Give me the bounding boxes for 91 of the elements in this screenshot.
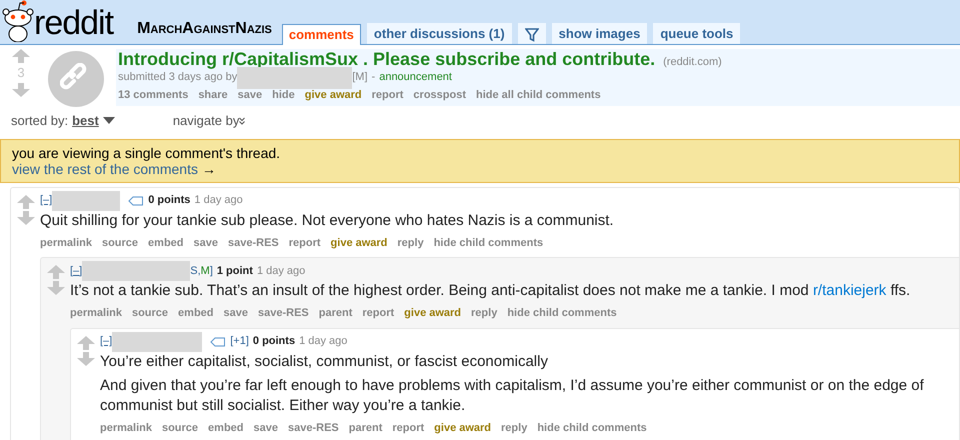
- action-link[interactable]: hide child comments: [537, 420, 647, 436]
- tab[interactable]: other discussions (1): [366, 23, 512, 44]
- action-link[interactable]: report: [392, 420, 424, 436]
- action-link[interactable]: source: [132, 305, 168, 322]
- vote-weight-text: [+1]: [230, 334, 249, 350]
- upvote-arrow-icon[interactable]: [77, 336, 95, 350]
- downvote-arrow-icon[interactable]: [47, 281, 65, 295]
- filter-tab[interactable]: [518, 23, 546, 44]
- action-link[interactable]: reply: [471, 305, 498, 322]
- subreddit-link[interactable]: r/tankiejerk: [812, 282, 886, 299]
- points-text: 1 point: [216, 264, 253, 279]
- flair-text: ,: [198, 264, 201, 279]
- upvote-arrow-icon[interactable]: [12, 49, 30, 63]
- action-link[interactable]: hide child comments: [434, 234, 544, 251]
- time-text: 1 day ago: [194, 193, 243, 208]
- action-link[interactable]: embed: [148, 234, 184, 251]
- action-link[interactable]: save-RES: [258, 305, 309, 322]
- action-link[interactable]: hide all child comments: [476, 86, 601, 103]
- action-link[interactable]: report: [288, 234, 321, 251]
- double-chevron-icon[interactable]: [239, 116, 246, 125]
- action-link[interactable]: report: [362, 305, 394, 322]
- action-link[interactable]: save: [238, 86, 262, 103]
- announcement-tag: announcement: [379, 69, 452, 86]
- tag-icon[interactable]: [210, 336, 226, 346]
- tab[interactable]: queue tools: [653, 23, 740, 44]
- flair-text: M: [200, 264, 210, 279]
- action-link[interactable]: permalink: [40, 234, 92, 251]
- time-text: 1 day ago: [299, 334, 348, 350]
- action-link[interactable]: save-RES: [288, 420, 339, 436]
- action-link[interactable]: hide: [272, 86, 295, 103]
- subreddit-name[interactable]: MarchAgainstNazis: [137, 17, 272, 41]
- tab[interactable]: show images: [552, 23, 648, 44]
- give-award-link[interactable]: give award: [434, 420, 492, 436]
- give-award-link[interactable]: give award: [330, 234, 388, 251]
- view-rest-link[interactable]: view the rest of the comments: [12, 160, 198, 176]
- tag-icon[interactable]: [128, 196, 144, 206]
- action-link[interactable]: 13 comments: [118, 86, 188, 103]
- comment-text: It’s not a tankie sub. That’s an insult of the highest order. Being anti-capitalist does not make me a tankie. I mod r/tankiejerk ffs.: [70, 281, 912, 301]
- flair-text: ]: [210, 264, 213, 279]
- score-text: 3: [17, 64, 25, 82]
- sort-label: sorted by:: [11, 112, 68, 130]
- navigate-link[interactable]: navigate by: [172, 111, 240, 130]
- notice-text: you are viewing a single comment's thread.: [12, 144, 282, 160]
- action-link[interactable]: reply: [501, 420, 528, 436]
- collapse-toggle[interactable]: [–]: [40, 192, 52, 209]
- upvote-arrow-icon[interactable]: [17, 194, 35, 208]
- action-link[interactable]: hide child comments: [507, 305, 617, 322]
- action-link[interactable]: save: [194, 234, 218, 251]
- collapse-toggle[interactable]: [–]: [70, 262, 82, 280]
- action-link[interactable]: crosspost: [413, 86, 466, 103]
- comment-text: And given that you’re far left enough to have problems with capitalism, I’d assume you’re either communist or on the edge of communist but still socialist. Either way you’re a tankie.: [100, 376, 925, 416]
- action-link[interactable]: save: [254, 420, 278, 436]
- action-link[interactable]: permalink: [70, 305, 122, 322]
- give-award-link[interactable]: give award: [304, 86, 362, 103]
- arrow-text: →: [202, 160, 216, 176]
- downvote-arrow-icon[interactable]: [17, 210, 35, 224]
- action-link[interactable]: permalink: [100, 420, 152, 436]
- alien-logo-icon[interactable]: [2, 0, 34, 42]
- points-text: 0 points: [252, 334, 296, 350]
- flair-text: [M]: [352, 70, 368, 86]
- action-link[interactable]: report: [372, 86, 404, 103]
- action-link[interactable]: parent: [318, 305, 352, 322]
- post-title-link[interactable]: Introducing r/CapitalismSux . Please subscribe and contribute.: [118, 49, 656, 69]
- tab[interactable]: comments: [282, 24, 361, 45]
- action-link[interactable]: source: [102, 234, 138, 251]
- caret-icon[interactable]: [102, 117, 115, 124]
- downvote-arrow-icon[interactable]: [12, 82, 30, 96]
- separator-text: -: [372, 70, 376, 86]
- action-link[interactable]: save: [224, 305, 248, 322]
- action-link[interactable]: parent: [348, 420, 382, 436]
- redacted-username: [52, 190, 120, 210]
- collapse-toggle[interactable]: [–]: [100, 333, 112, 350]
- sort-dropdown[interactable]: best: [72, 111, 99, 130]
- filter-icon: [524, 28, 539, 42]
- action-link[interactable]: embed: [178, 305, 214, 322]
- action-link[interactable]: source: [162, 420, 198, 436]
- comment-text: Quit shilling for your tankie sub please. Not everyone who hates Nazis is a communist.: [40, 210, 615, 230]
- submitted-text: submitted 3 days ago by: [118, 70, 238, 86]
- logo-text[interactable]: reddit: [34, 6, 114, 40]
- action-link[interactable]: save-RES: [228, 234, 279, 251]
- time-text: 1 day ago: [256, 264, 306, 279]
- downvote-arrow-icon[interactable]: [77, 352, 95, 366]
- action-link[interactable]: share: [198, 86, 228, 103]
- flair-text: S: [190, 264, 198, 279]
- action-link[interactable]: reply: [397, 234, 424, 251]
- comment-text: You’re either capitalist, socialist, communist, or fascist economically: [100, 352, 549, 372]
- points-text: 0 points: [148, 193, 190, 208]
- give-award-link[interactable]: give award: [404, 305, 462, 322]
- action-link[interactable]: embed: [208, 420, 244, 436]
- upvote-arrow-icon[interactable]: [47, 265, 65, 279]
- domain-text: (reddit.com): [663, 56, 722, 68]
